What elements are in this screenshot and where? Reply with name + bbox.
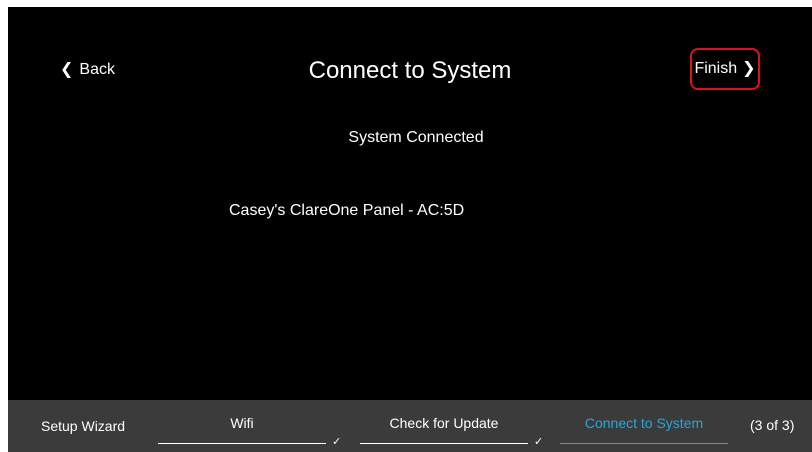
step-underline: [360, 443, 528, 444]
finish-button[interactable]: Finish ❯: [690, 48, 760, 90]
step-counter: (3 of 3): [750, 417, 795, 433]
step-connect-to-system: Connect to System: [560, 400, 728, 452]
system-list-item[interactable]: Casey's ClareOne Panel - AC:5D: [229, 202, 464, 220]
setup-screen: ❮ Back Connect to System Finish ❯ System…: [8, 7, 812, 452]
checkmark-icon: ✓: [332, 436, 342, 448]
connection-status: System Connected: [348, 129, 484, 146]
step-label: Check for Update: [389, 415, 499, 431]
step-label: Connect to System: [584, 415, 704, 431]
wizard-label: Setup Wizard: [41, 418, 126, 434]
step-underline: [158, 443, 326, 444]
step-underline: [560, 443, 728, 444]
wizard-progress-bar: Setup Wizard Wifi ✓ Check for Update ✓ C…: [8, 400, 812, 452]
chevron-right-icon: ❯: [742, 60, 756, 77]
checkmark-icon: ✓: [534, 436, 544, 448]
step-wifi: Wifi: [158, 400, 326, 452]
step-check-for-update: Check for Update: [360, 400, 528, 452]
step-label: Wifi: [230, 415, 254, 431]
finish-label: Finish: [694, 60, 738, 77]
